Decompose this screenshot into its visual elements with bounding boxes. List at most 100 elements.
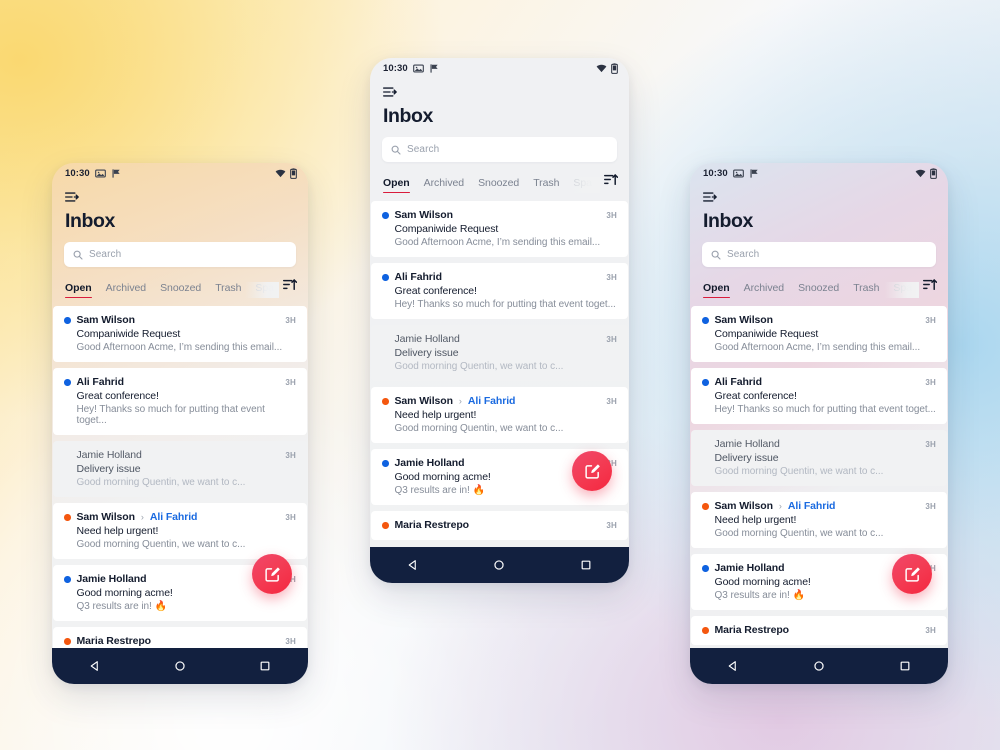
email-sender: Ali Fahrid [394, 271, 443, 284]
home-circle-icon[interactable] [477, 552, 521, 578]
sort-ascending-icon[interactable] [600, 173, 619, 193]
email-row-header: Sam Wilson › Ali Fahrid 3H [702, 500, 936, 512]
email-list-item[interactable]: Jamie Holland 3H Delivery issue Good mornin… [691, 430, 947, 487]
email-list-item[interactable]: Sam Wilson › Ali Fahrid 3H Need help urgent!… [371, 387, 628, 444]
unread-status-dot [382, 212, 389, 219]
flag-icon [750, 168, 758, 178]
unread-status-dot [64, 514, 71, 521]
email-preview: Hey! Thanks so much for putting that eve… [714, 404, 936, 416]
back-triangle-icon[interactable] [73, 653, 117, 679]
tab-snoozed[interactable]: Snoozed [478, 177, 519, 193]
email-sender: Maria Restrepo [394, 519, 470, 532]
email-row-header: Ali Fahrid 3H [702, 376, 936, 388]
menu-open-icon[interactable] [65, 191, 79, 203]
flag-icon [112, 168, 120, 178]
tab-archived[interactable]: Archived [744, 282, 785, 298]
email-list-item[interactable]: Maria Restrepo 3H [53, 627, 307, 648]
tab-archived[interactable]: Archived [424, 177, 465, 193]
email-preview: Good morning Quentin, we want to c... [76, 539, 246, 551]
email-list-item[interactable]: Sam Wilson › Ali Fahrid 3H Need help urgent!… [691, 492, 947, 549]
tab-list: Open Archived Snoozed Trash Spa [383, 177, 600, 194]
email-sender: Jamie Holland [76, 573, 147, 586]
compose-fab-button[interactable] [252, 554, 292, 594]
back-triangle-icon[interactable] [391, 552, 435, 578]
email-list-item[interactable]: Ali Fahrid 3H Great conference! Hey! Thanks… [53, 368, 307, 436]
compose-icon [584, 464, 600, 479]
battery-icon [611, 62, 618, 74]
menu-open-icon[interactable] [383, 86, 397, 98]
search-input[interactable]: Search [702, 242, 936, 268]
tab-trash[interactable]: Trash [853, 282, 879, 298]
tab-snoozed[interactable]: Snoozed [798, 282, 839, 298]
email-list[interactable]: Sam Wilson 3H Companiwide Request Good Afte… [370, 201, 629, 547]
email-subject: Great conference! [714, 390, 797, 403]
email-list[interactable]: Sam Wilson 3H Companiwide Request Good Afte… [52, 306, 308, 648]
email-list-item[interactable]: Sam Wilson 3H Companiwide Request Good Afte… [53, 306, 307, 363]
unread-status-dot [702, 317, 709, 324]
compose-icon [904, 567, 920, 582]
email-timestamp: 3H [606, 210, 617, 220]
sort-ascending-icon[interactable] [919, 278, 938, 298]
app-header: Inbox [690, 183, 948, 232]
menu-open-icon[interactable] [703, 191, 717, 203]
email-list-item[interactable]: Ali Fahrid 3H Great conference! Hey! Thanks… [371, 263, 628, 320]
recents-square-icon[interactable] [883, 653, 927, 679]
email-list-item[interactable]: Maria Restrepo 3H [691, 616, 947, 646]
photo-icon [412, 64, 424, 72]
email-list-item[interactable]: Jamie Holland 3H Delivery issue Good mornin… [371, 325, 628, 382]
email-list-item[interactable]: Sam Wilson › Ali Fahrid 3H Need help urgent!… [53, 503, 307, 560]
recents-square-icon[interactable] [564, 552, 608, 578]
search-input[interactable]: Search [382, 137, 617, 163]
email-list[interactable]: Sam Wilson 3H Companiwide Request Good Afte… [690, 306, 948, 648]
compose-fab-button[interactable] [572, 451, 612, 491]
tab-open[interactable]: Open [65, 282, 92, 299]
sort-ascending-icon[interactable] [279, 278, 298, 298]
tab-trash[interactable]: Trash [215, 282, 241, 298]
email-subject: Companiwide Request [394, 223, 499, 236]
email-timestamp: 3H [285, 450, 296, 460]
email-list-item[interactable]: Jamie Holland 3H Delivery issue Good mornin… [53, 441, 307, 498]
back-triangle-icon[interactable] [711, 653, 755, 679]
status-time: 10:30 [383, 62, 408, 74]
tab-archived[interactable]: Archived [106, 282, 147, 298]
app-header: Inbox [370, 78, 629, 127]
tab-spa[interactable]: Spa [573, 177, 592, 193]
tab-spa[interactable]: Spa [893, 282, 912, 298]
chevron-right-icon: › [778, 500, 782, 511]
email-list-item[interactable]: Sam Wilson 3H Companiwide Request Good Afte… [691, 306, 947, 363]
phone-screen: 10:30 Inbox Search Open Archived Snoozed… [690, 163, 948, 648]
recents-square-icon[interactable] [243, 653, 287, 679]
email-preview: Good Afternoon Acme, I’m sending this em… [76, 342, 283, 354]
home-circle-icon[interactable] [797, 653, 841, 679]
search-placeholder: Search [407, 144, 440, 156]
email-list-item[interactable]: Ali Fahrid 3H Great conference! Hey! Thanks… [691, 368, 947, 425]
email-row-header: Ali Fahrid 3H [382, 271, 617, 283]
email-list-item[interactable]: Sam Wilson 3H Companiwide Request Good Afte… [371, 201, 628, 258]
tab-trash[interactable]: Trash [533, 177, 559, 193]
tab-spa[interactable]: Spa [255, 282, 274, 298]
email-subject: Delivery issue [76, 463, 141, 476]
unread-status-dot [382, 460, 389, 467]
email-timestamp: 3H [925, 439, 936, 449]
tab-open[interactable]: Open [703, 282, 730, 299]
android-navigation-bar [370, 547, 629, 583]
email-timestamp: 3H [925, 377, 936, 387]
home-circle-icon[interactable] [158, 653, 202, 679]
email-preview: Good morning Quentin, we want to c... [714, 466, 884, 478]
email-timestamp: 3H [285, 636, 296, 646]
unread-status-dot [702, 503, 709, 510]
email-list-item[interactable]: Maria Restrepo 3H [371, 511, 628, 541]
email-sender: Sam Wilson [714, 500, 774, 513]
wifi-icon [596, 64, 607, 72]
phone-mockup-left: 10:30 Inbox Search Open Archived Snoozed… [52, 163, 308, 684]
unread-status-dot [382, 336, 389, 343]
tab-snoozed[interactable]: Snoozed [160, 282, 201, 298]
email-timestamp: 3H [285, 315, 296, 325]
status-bar: 10:30 [690, 163, 948, 183]
compose-fab-button[interactable] [892, 554, 932, 594]
email-row-header: Ali Fahrid 3H [64, 376, 296, 388]
unread-status-dot [64, 638, 71, 645]
unread-status-dot [64, 379, 71, 386]
search-input[interactable]: Search [64, 242, 296, 268]
tab-open[interactable]: Open [383, 177, 410, 194]
